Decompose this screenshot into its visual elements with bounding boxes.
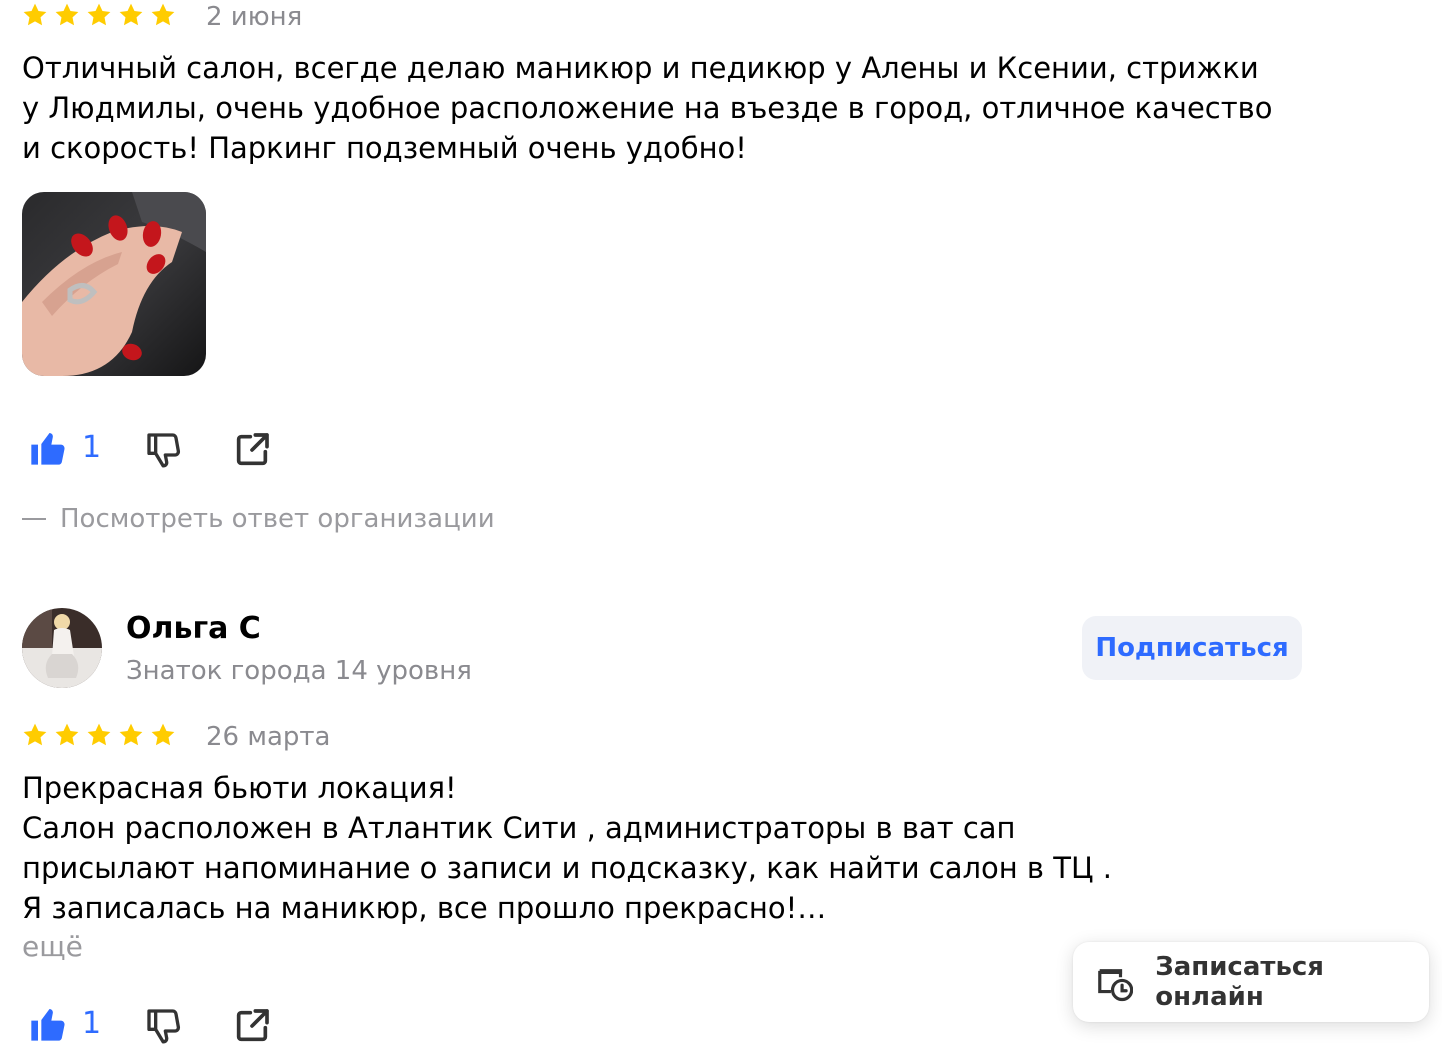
thumbs-down-icon [147,1009,181,1044]
star-icon [55,723,79,746]
star-icon [23,723,47,746]
share-icon [236,433,269,466]
review1-date: 2 июня [206,2,303,32]
book-online-label: Записаться онлайн [1155,952,1325,1012]
review1-like-count: 1 [82,430,102,465]
star-icon [87,3,111,26]
review2-text: Прекрасная бьюти локация! Салон располож… [22,768,1182,928]
thumbs-up-icon [31,433,65,465]
review2-text-line: Салон расположен в Атлантик Сити , админ… [22,811,1112,885]
review2-dislike-button[interactable] [144,1006,184,1046]
review1-photo[interactable] [22,192,206,376]
review1-like-button[interactable]: 1 [28,428,101,468]
review2-text-line: Я записалась на маникюр, все прошло прек… [22,891,827,925]
thumbs-up-icon [31,1009,65,1041]
review1-dislike-button[interactable] [144,430,184,470]
subscribe-button[interactable]: Подписаться [1082,616,1302,680]
manicure-photo-image [22,192,206,376]
avatar[interactable] [22,608,102,688]
dash-icon [22,518,46,520]
author-level: Знаток города 14 уровня [126,656,472,686]
reply-link-label: Посмотреть ответ организации [60,504,495,534]
share-icon [236,1009,269,1042]
review2-like-button[interactable]: 1 [28,1004,101,1044]
review1-show-reply-link[interactable]: Посмотреть ответ организации [22,504,495,534]
book-online-button[interactable]: Записаться онлайн [1073,942,1429,1022]
star-icon [55,3,79,26]
review1-rating [22,2,176,28]
star-icon [119,3,143,26]
show-more-link[interactable]: ещё [22,930,83,963]
star-icon [151,3,175,26]
review2-share-button[interactable] [232,1006,272,1046]
review2-like-count: 1 [82,1006,102,1041]
author-avatar-image [22,608,102,688]
review1-share-button[interactable] [232,430,272,470]
review2-date: 26 марта [206,722,331,752]
star-icon [151,723,175,746]
calendar-clock-icon [1098,969,1134,1002]
review2-text-line: Прекрасная бьюти локация! [22,771,457,805]
thumbs-down-icon [147,433,181,468]
star-icon [87,723,111,746]
review1-text: Отличный салон, всегде делаю маникюр и п… [22,51,1273,165]
star-icon [119,723,143,746]
review2-rating [22,722,176,748]
author-name[interactable]: Ольга С [126,612,261,646]
star-icon [23,3,47,26]
